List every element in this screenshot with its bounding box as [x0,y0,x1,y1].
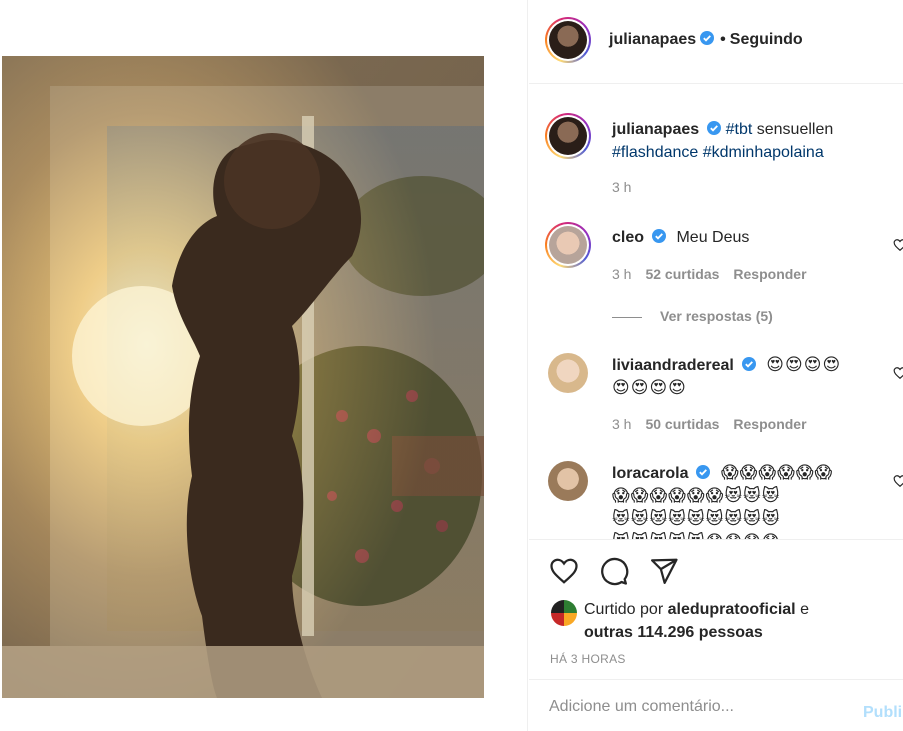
comment-text-loracarola: loracarola 😱😱😱😱😱😱 😱😱😱😱😱😱😻😻😻 😻😻😻😻😻😻😻😻😻 😻😻… [612,462,882,539]
liked-by-others[interactable]: outras 114.296 pessoas [584,624,763,641]
verified-icon [696,465,711,479]
share-icon[interactable] [649,556,679,586]
caption-body: sensuellen [752,121,834,138]
caption-time[interactable]: 3 h [612,179,631,195]
heart-icon[interactable] [549,556,579,586]
author-username[interactable]: julianapaes [609,31,696,48]
separator-dot: • [720,31,726,48]
verified-icon [707,121,722,135]
comment-meta-cleo: 3 h 52 curtidas Responder [612,266,821,282]
comment-like-heart-icon[interactable] [893,366,903,380]
replies-divider [612,316,642,318]
following-button[interactable]: Seguindo [730,31,803,48]
comment-avatar-cleo[interactable] [545,222,591,268]
publish-button[interactable]: Publi [863,704,902,722]
view-replies-label: Ver respostas (5) [660,308,773,324]
comment-avatar-liviaandradereal[interactable] [548,353,588,393]
liked-by-text: Curtido por aledupratooficial e outras 1… [584,598,884,644]
author-avatar[interactable] [545,17,591,63]
liked-by-avatar[interactable] [551,600,577,626]
comment-username[interactable]: liviaandradereal [612,357,734,374]
comment-time[interactable]: 3 h [612,266,631,282]
liked-by-user[interactable]: aledupratooficial [668,601,796,618]
comment-icon[interactable] [599,556,629,586]
hashtag-flashdance[interactable]: #flashdance [612,144,698,161]
caption-avatar[interactable] [545,113,591,159]
comment-text-cleo: cleo Meu Deus [612,226,882,249]
hashtag-tbt[interactable]: #tbt [726,121,753,138]
comment-meta-liviaandradereal: 3 h 50 curtidas Responder [612,416,821,432]
comment-avatar-loracarola[interactable] [548,461,588,501]
header-username-row: julianapaes • Seguindo [609,31,803,49]
comment-likes[interactable]: 50 curtidas [645,416,719,432]
caption-text: julianapaes #tbt sensuellen #flashdance … [612,118,882,164]
post-photo-image [2,56,484,698]
comment-likes[interactable]: 52 curtidas [645,266,719,282]
view-replies-button[interactable]: Ver respostas (5) [612,308,773,324]
comment-body: Meu Deus [676,229,750,246]
comment-emoji-line: 😍😍😍😍 [612,378,687,398]
comment-like-heart-icon[interactable] [893,474,903,488]
reply-button[interactable]: Responder [733,266,806,282]
comment-emoji-line: 😻😻😻😻😻😱😱😱😱 [612,532,781,539]
comment-time[interactable]: 3 h [612,416,631,432]
comment-emoji-line: 😱😱😱😱😱😱😻😻😻 [612,486,781,506]
post-media-area [0,0,528,731]
caption-meta: 3 h [612,179,645,195]
comment-input[interactable] [549,696,849,718]
verified-icon [700,31,715,45]
comment-emoji-line: 😻😻😻😻😻😻😻😻😻 [612,509,781,529]
liked-by-connector: e [795,601,809,618]
caption-username[interactable]: julianapaes [612,121,699,138]
comment-emoji-line: 😱😱😱😱😱😱 [720,463,834,483]
reply-button[interactable]: Responder [733,416,806,432]
post-header: julianapaes • Seguindo [529,0,903,84]
post-photo[interactable] [2,56,484,698]
comment-text-liviaandradereal: liviaandradereal 😍😍😍😍 😍😍😍😍 [612,354,882,400]
post-actions: Curtido por aledupratooficial e outras 1… [529,539,903,679]
verified-icon [652,229,667,243]
liked-by-prefix: Curtido por [584,601,668,618]
comments-list[interactable]: julianapaes #tbt sensuellen #flashdance … [529,85,903,539]
post-side-panel: julianapaes • Seguindo julianapaes #tbt se… [529,0,903,731]
verified-icon [741,357,756,371]
comment-username[interactable]: cleo [612,229,644,246]
comment-emoji-line: 😍😍😍😍 [766,355,842,375]
post-age[interactable]: HÁ 3 HORAS [550,652,626,666]
hashtag-kdminhapolaina[interactable]: #kdminhapolaina [703,144,824,161]
comment-like-heart-icon[interactable] [893,238,903,252]
comment-username[interactable]: loracarola [612,465,688,482]
add-comment-bar: Publi [529,679,903,731]
